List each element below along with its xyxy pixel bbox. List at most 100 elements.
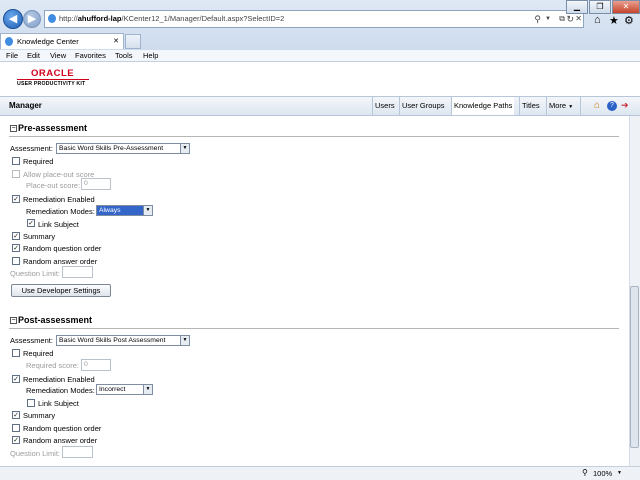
pre-remediation-label: Remediation Enabled [23, 195, 95, 204]
pre-summary-checkbox[interactable]: ✓ [12, 232, 20, 240]
post-summary-checkbox[interactable]: ✓ [12, 411, 20, 419]
post-link-subject-checkbox[interactable] [27, 399, 35, 407]
pre-random-question-label: Random question order [23, 244, 102, 253]
pre-remediation-checkbox[interactable]: ✓ [12, 195, 20, 203]
menu-file[interactable]: File [6, 50, 18, 62]
pre-remediation-modes-select[interactable]: Always ▼ [96, 205, 153, 216]
home-icon[interactable]: ⌂ [594, 14, 601, 26]
pre-link-subject-label: Link Subject [38, 220, 79, 229]
pre-placeout-score-input[interactable]: 0 [81, 178, 111, 190]
nav-user-groups[interactable]: User Groups [399, 97, 447, 115]
pre-collapse-toggle[interactable]: − [10, 125, 17, 132]
post-remediation-modes-label: Remediation Modes: [26, 386, 95, 395]
chevron-down-icon: ▼ [143, 206, 152, 215]
url-prefix: http:// [59, 14, 78, 23]
post-random-answer-checkbox[interactable]: ✓ [12, 436, 20, 444]
oracle-logo: ORACLE [31, 68, 75, 79]
post-collapse-toggle[interactable]: − [10, 317, 17, 324]
favorites-star-icon[interactable]: ★ [609, 14, 619, 27]
post-random-question-checkbox[interactable] [12, 424, 20, 432]
product-name: USER PRODUCTIVITY KIT [17, 81, 86, 87]
post-random-question-label: Random question order [23, 424, 102, 433]
post-random-answer-label: Random answer order [23, 436, 98, 445]
pre-required-label: Required [23, 157, 54, 166]
pre-summary-label: Summary [23, 232, 56, 241]
tab-knowledge-center[interactable]: Knowledge Center ✕ [0, 33, 124, 49]
pre-question-limit-input[interactable] [62, 266, 93, 278]
nav-knowledge-paths[interactable]: Knowledge Paths [451, 97, 515, 115]
post-section-title: Post-assessment [18, 315, 93, 325]
close-button[interactable]: ✕ [612, 0, 640, 14]
nav-more[interactable]: More ▼ [546, 97, 575, 115]
back-button[interactable]: ◀ [3, 9, 23, 29]
pre-assessment-select[interactable]: Basic Word Skills Pre-Assessment ▼ [56, 143, 190, 154]
help-icon[interactable]: ? [607, 101, 617, 111]
zoom-level[interactable]: 100% [593, 469, 612, 478]
pre-allow-placeout-checkbox[interactable] [12, 170, 20, 178]
post-divider [9, 328, 619, 329]
nav-titles[interactable]: Titles [519, 97, 542, 115]
pre-placeout-score-label: Place-out score: [26, 181, 81, 190]
chevron-down-icon[interactable]: ▼ [617, 470, 622, 476]
dropdown-icon[interactable]: ▼ [545, 11, 551, 27]
post-required-checkbox[interactable] [12, 349, 20, 357]
tab-close-icon[interactable]: ✕ [113, 34, 119, 49]
menu-bar: File Edit View Favorites Tools Help [0, 50, 640, 62]
post-assessment-select[interactable]: Basic Word Skills Post Assessment ▼ [56, 335, 190, 346]
logo-divider [17, 79, 89, 80]
menu-view[interactable]: View [50, 50, 66, 62]
post-required-score-input[interactable]: 0 [81, 359, 111, 371]
new-tab-button[interactable] [125, 34, 141, 49]
post-remediation-modes-select[interactable]: Incorrect ▼ [96, 384, 153, 395]
chevron-down-icon: ▼ [180, 336, 189, 345]
post-summary-label: Summary [23, 411, 56, 420]
header-logo-area [0, 62, 640, 96]
post-required-score-label: Required score: [26, 361, 79, 370]
menu-tools[interactable]: Tools [115, 50, 133, 62]
chevron-down-icon: ▼ [568, 104, 574, 110]
post-question-limit-input[interactable] [62, 446, 93, 458]
logout-icon[interactable]: ➔ [621, 100, 629, 111]
menu-edit[interactable]: Edit [27, 50, 40, 62]
pre-question-limit-label: Question Limit: [10, 269, 61, 278]
scrollbar-thumb[interactable] [630, 286, 639, 448]
pre-assessment-label: Assessment: [10, 144, 53, 153]
pre-random-answer-label: Random answer order [23, 257, 98, 266]
post-assessment-label: Assessment: [10, 336, 53, 345]
tab-title: Knowledge Center [17, 37, 79, 46]
url-path: /KCenter12_1/Manager/Default.aspx?Select… [121, 14, 285, 23]
chevron-down-icon: ▼ [143, 385, 152, 394]
address-bar[interactable]: http://ahufford-lap/KCenter12_1/Manager/… [44, 10, 584, 28]
pre-link-subject-checkbox[interactable]: ✓ [27, 219, 35, 227]
chevron-down-icon: ▼ [180, 144, 189, 153]
status-bar: ⚲ 100% ▼ [0, 466, 640, 480]
use-developer-settings-button[interactable]: Use Developer Settings [11, 284, 111, 297]
forward-button[interactable]: ▶ [23, 10, 41, 28]
restore-button[interactable]: ❐ [589, 0, 611, 14]
pre-remediation-modes-value: Always [99, 207, 121, 214]
nav-divider [580, 97, 581, 115]
post-required-label: Required [23, 349, 54, 358]
pre-random-answer-checkbox[interactable] [12, 257, 20, 265]
menu-help[interactable]: Help [143, 50, 158, 62]
compat-icon[interactable]: ⧉ [559, 11, 565, 27]
home-page-icon[interactable]: ⌂ [594, 100, 600, 111]
tab-page-icon [5, 37, 13, 46]
pre-required-checkbox[interactable] [12, 157, 20, 165]
nav-more-label: More [549, 101, 567, 110]
menu-favorites[interactable]: Favorites [75, 50, 106, 62]
post-remediation-modes-value: Incorrect [99, 386, 126, 393]
url-host: ahufford-lap [77, 14, 122, 23]
page-title: Manager [9, 101, 42, 110]
zoom-icon[interactable]: ⚲ [582, 468, 588, 477]
nav-users[interactable]: Users [372, 97, 397, 115]
pre-assessment-value: Basic Word Skills Pre-Assessment [59, 145, 164, 152]
pre-random-question-checkbox[interactable]: ✓ [12, 244, 20, 252]
pre-remediation-modes-label: Remediation Modes: [26, 207, 95, 216]
search-icon[interactable]: ⚲ [534, 11, 541, 27]
post-remediation-checkbox[interactable]: ✓ [12, 375, 20, 383]
minimize-button[interactable]: ▁ [566, 0, 588, 14]
page-icon [48, 14, 56, 23]
tools-gear-icon[interactable]: ⚙ [624, 14, 634, 27]
post-link-subject-label: Link Subject [38, 399, 79, 408]
